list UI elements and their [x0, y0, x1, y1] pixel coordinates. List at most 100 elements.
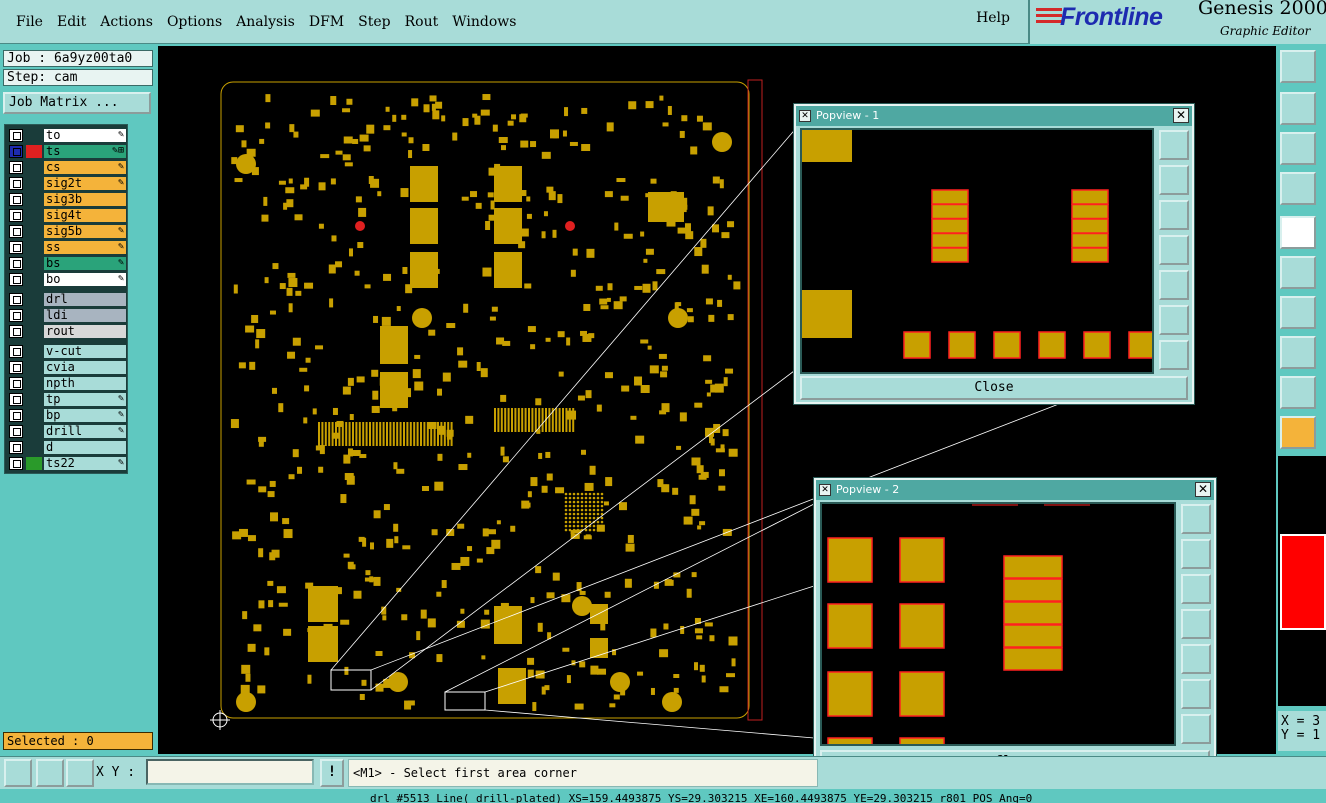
layer-name[interactable]: bp ✎	[44, 408, 126, 422]
layer-row-drill[interactable]: drill ✎	[5, 423, 127, 439]
zoom-home-icon[interactable]	[1280, 50, 1316, 83]
layer-name[interactable]: drill ✎	[44, 424, 126, 438]
layer-name[interactable]: cs ✎	[44, 160, 126, 174]
layer-color-swatch[interactable]	[26, 376, 42, 390]
layer-name[interactable]: to ✎	[44, 128, 126, 142]
layer-color-swatch[interactable]	[26, 208, 42, 222]
pv-zoom-home-icon[interactable]	[1181, 504, 1211, 534]
layer-checkbox[interactable]	[9, 176, 23, 190]
layer-color-swatch[interactable]	[26, 224, 42, 238]
layer-row-ss[interactable]: ss ✎	[5, 239, 127, 255]
layer-name[interactable]: sig4t	[44, 208, 126, 222]
pv-zoom-out-icon[interactable]	[1159, 340, 1189, 370]
pv-zoom-in-icon[interactable]	[1181, 679, 1211, 709]
layer-color-swatch[interactable]	[26, 160, 42, 174]
layer-name[interactable]: sig3b	[44, 192, 126, 206]
settings-icon[interactable]	[1280, 172, 1316, 205]
layer-row-ts[interactable]: ts ✎⊞	[5, 143, 127, 159]
popview-1-titlebar[interactable]: ✕ Popview - 1 ✕	[796, 106, 1192, 126]
layer-row-bo[interactable]: bo ✎	[5, 271, 127, 287]
layer-name[interactable]: d	[44, 440, 126, 454]
layer-row-tp[interactable]: tp ✎	[5, 391, 127, 407]
popview-2-titlebar[interactable]: ✕ Popview - 2 ✕	[816, 480, 1214, 500]
layer-checkbox[interactable]	[9, 144, 23, 158]
layer-name[interactable]: npth	[44, 376, 126, 390]
job-matrix-button[interactable]: Job Matrix ...	[3, 92, 151, 114]
layer-checkbox[interactable]	[9, 160, 23, 174]
popview-1-close-icon[interactable]: ✕	[1173, 108, 1189, 123]
layer-row-d[interactable]: d	[5, 439, 127, 455]
layer-name[interactable]: tp ✎	[44, 392, 126, 406]
pv-zoom-home-icon[interactable]	[1159, 130, 1189, 160]
menu-actions[interactable]: Actions	[100, 14, 153, 30]
layer-name[interactable]: bo ✎	[44, 272, 126, 286]
pv-pan-down-icon[interactable]	[1159, 200, 1189, 230]
layer-color-swatch[interactable]	[26, 344, 42, 358]
layer-checkbox[interactable]	[9, 360, 23, 374]
window-menu-icon[interactable]: ✕	[799, 110, 811, 122]
layer-color-swatch[interactable]	[26, 324, 42, 338]
popview-2-close-icon[interactable]: ✕	[1195, 482, 1211, 497]
layer-name[interactable]: v-cut	[44, 344, 126, 358]
layer-row-bp[interactable]: bp ✎	[5, 407, 127, 423]
layer-row-to[interactable]: to ✎	[5, 127, 127, 143]
layer-name[interactable]: drl	[44, 292, 126, 306]
layer-row-rout[interactable]: rout	[5, 323, 127, 339]
layer-row-drl[interactable]: drl	[5, 291, 127, 307]
layer-row-v-cut[interactable]: v-cut	[5, 343, 127, 359]
popview-2-view[interactable]	[820, 502, 1176, 746]
fit-view-icon[interactable]	[1280, 132, 1316, 165]
feature-icon[interactable]	[1280, 336, 1316, 369]
layer-name[interactable]: cvia	[44, 360, 126, 374]
layer-checkbox[interactable]	[9, 308, 23, 322]
layer-name[interactable]: sig5b ✎	[44, 224, 126, 238]
layer-color-swatch[interactable]	[26, 392, 42, 406]
layer-checkbox[interactable]	[9, 392, 23, 406]
layer-color-swatch[interactable]	[26, 424, 42, 438]
xy-input[interactable]	[146, 759, 314, 785]
zoom-in-icon[interactable]	[1280, 92, 1316, 125]
layer-checkbox[interactable]	[9, 192, 23, 206]
layer-color-swatch[interactable]	[26, 192, 42, 206]
layer-name[interactable]: bs ✎	[44, 256, 126, 270]
layer-checkbox[interactable]	[9, 376, 23, 390]
layer-checkbox[interactable]	[9, 224, 23, 238]
pv-pan-left-icon[interactable]	[1181, 609, 1211, 639]
layer-color-swatch[interactable]	[26, 440, 42, 454]
pv-pan-up-icon[interactable]	[1159, 165, 1189, 195]
snap-icon[interactable]	[1280, 256, 1316, 289]
layer-color-swatch[interactable]	[26, 292, 42, 306]
triangle-icon[interactable]	[1280, 376, 1316, 409]
measure-icon[interactable]	[1280, 216, 1316, 249]
menu-file[interactable]: File	[16, 14, 43, 30]
layer-row-ldi[interactable]: ldi	[5, 307, 127, 323]
zoom-area-icon[interactable]	[4, 759, 32, 787]
layer-checkbox[interactable]	[9, 424, 23, 438]
layer-row-sig5b[interactable]: sig5b ✎	[5, 223, 127, 239]
layer-color-swatch[interactable]	[26, 408, 42, 422]
layer-row-sig2t[interactable]: sig2t ✎	[5, 175, 127, 191]
layer-name[interactable]: ts ✎⊞	[44, 144, 126, 158]
layer-color-swatch[interactable]	[26, 144, 42, 158]
menu-rout[interactable]: Rout	[405, 14, 439, 30]
layer-color-swatch[interactable]	[26, 256, 42, 270]
layer-checkbox[interactable]	[9, 440, 23, 454]
pv-pan-up-icon[interactable]	[1181, 539, 1211, 569]
pv-pan-left-icon[interactable]	[1159, 235, 1189, 265]
pv-pan-right-icon[interactable]	[1181, 644, 1211, 674]
layer-color-swatch[interactable]	[26, 240, 42, 254]
menu-dfm[interactable]: DFM	[309, 14, 344, 30]
layer-row-bs[interactable]: bs ✎	[5, 255, 127, 271]
menu-edit[interactable]: Edit	[57, 14, 86, 30]
layer-checkbox[interactable]	[9, 128, 23, 142]
layer-row-cvia[interactable]: cvia	[5, 359, 127, 375]
bang-button[interactable]: !	[320, 759, 344, 787]
menu-analysis[interactable]: Analysis	[236, 14, 295, 30]
layer-color-swatch[interactable]	[26, 272, 42, 286]
layer-checkbox[interactable]	[9, 408, 23, 422]
menu-step[interactable]: Step	[358, 14, 390, 30]
layer-name[interactable]: ldi	[44, 308, 126, 322]
layer-name[interactable]: sig2t ✎	[44, 176, 126, 190]
pv-pan-right-icon[interactable]	[1159, 270, 1189, 300]
popview-1-close-button[interactable]: Close	[800, 376, 1188, 400]
